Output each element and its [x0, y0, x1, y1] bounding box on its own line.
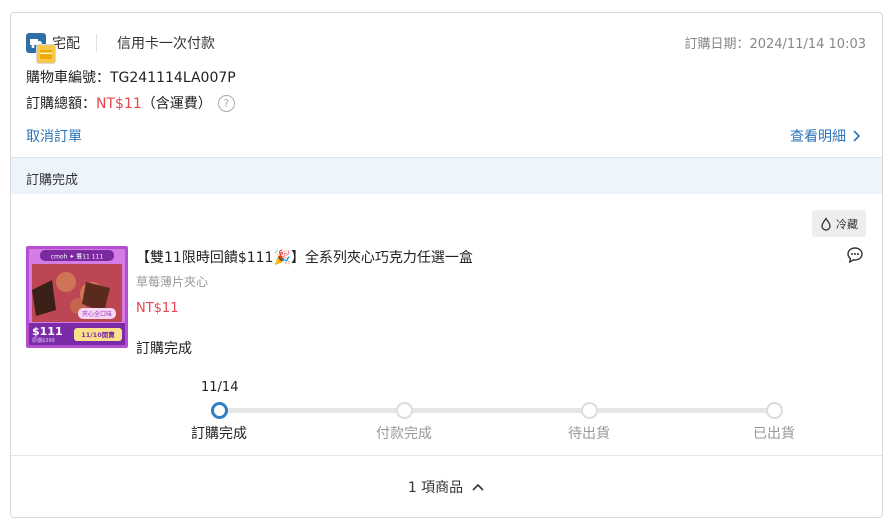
product-status: 訂購完成: [136, 341, 192, 357]
credit-card-icon: [36, 44, 56, 64]
progress-step-dot: [395, 402, 413, 419]
order-date: 訂購日期：2024/11/14 10:03: [684, 33, 866, 52]
order-total-label: 訂購總額：: [26, 96, 96, 112]
items-toggle-button[interactable]: 1 項商品: [11, 456, 882, 517]
chat-icon[interactable]: [846, 246, 864, 268]
thumb-date: 11/10開賣: [81, 330, 115, 339]
progress-step-label: 已出貨: [753, 426, 795, 442]
progress-step-dot: [580, 402, 598, 419]
cancel-order-link[interactable]: 取消訂單: [26, 126, 82, 146]
product-thumbnail[interactable]: cmoh ✦ 雙11 111 夾心全口味 $111 原價$399 11/10開賣: [26, 246, 128, 348]
product-variant: 草莓薄片夾心: [136, 275, 209, 289]
thumb-price: $111: [32, 325, 63, 338]
order-methods: 宅配 信用卡一次付款: [26, 32, 215, 64]
order-total-note: （含運費）: [141, 96, 212, 112]
items-count-label: 1 項商品: [407, 480, 464, 496]
order-status-label: 訂購完成: [26, 173, 79, 188]
cold-storage-label: 冷藏: [836, 217, 858, 231]
delivery-method: 宅配: [52, 36, 80, 52]
progress-step-label: 訂購完成: [191, 426, 247, 442]
help-icon[interactable]: ?: [217, 94, 235, 112]
cold-storage-tag: 冷藏: [812, 210, 866, 237]
progress-track: [219, 408, 774, 413]
progress-step-dot: [765, 402, 783, 419]
order-card: 宅配 信用卡一次付款 訂購日期：2024/11/14 10:03 購物車編號：T…: [10, 12, 883, 518]
order-status-bar: 訂購完成: [11, 157, 882, 194]
cart-number-label: 購物車編號：: [26, 70, 110, 86]
divider: [96, 34, 97, 52]
cart-number-value: TG241114LA007P: [110, 70, 236, 86]
order-summary: 宅配 信用卡一次付款 訂購日期：2024/11/14 10:03 購物車編號：T…: [11, 13, 882, 157]
order-date-value: 2024/11/14 10:03: [749, 37, 866, 52]
thumb-badge: 夾心全口味: [82, 310, 112, 318]
progress-date: 11/14: [201, 380, 239, 395]
cart-number: 購物車編號：TG241114LA007P: [26, 67, 236, 87]
product-price: NT$11: [136, 301, 179, 316]
view-details-link[interactable]: 查看明細: [790, 126, 862, 146]
view-details-label: 查看明細: [790, 129, 846, 145]
chevron-up-icon: [472, 483, 484, 491]
chevron-right-icon: [853, 130, 861, 142]
progress-step-label: 付款完成: [376, 426, 432, 442]
order-date-label: 訂購日期：: [684, 37, 750, 52]
product-name[interactable]: 【雙11限時回饋$111🎉】全系列夾心巧克力任選一盒: [136, 247, 473, 267]
droplet-icon: [821, 216, 831, 231]
order-total-amount: NT$11: [96, 96, 142, 112]
order-progress: 11/14 訂購完成 付款完成 待出貨 已出貨: [11, 378, 882, 448]
progress-step-label: 待出貨: [568, 426, 610, 442]
thumb-orig-price: 原價$399: [32, 337, 55, 344]
order-total: 訂購總額：NT$11（含運費）?: [26, 93, 235, 113]
progress-step-dot: [210, 402, 228, 419]
payment-method: 信用卡一次付款: [117, 36, 215, 52]
thumb-banner: cmoh ✦ 雙11 111: [51, 253, 104, 261]
